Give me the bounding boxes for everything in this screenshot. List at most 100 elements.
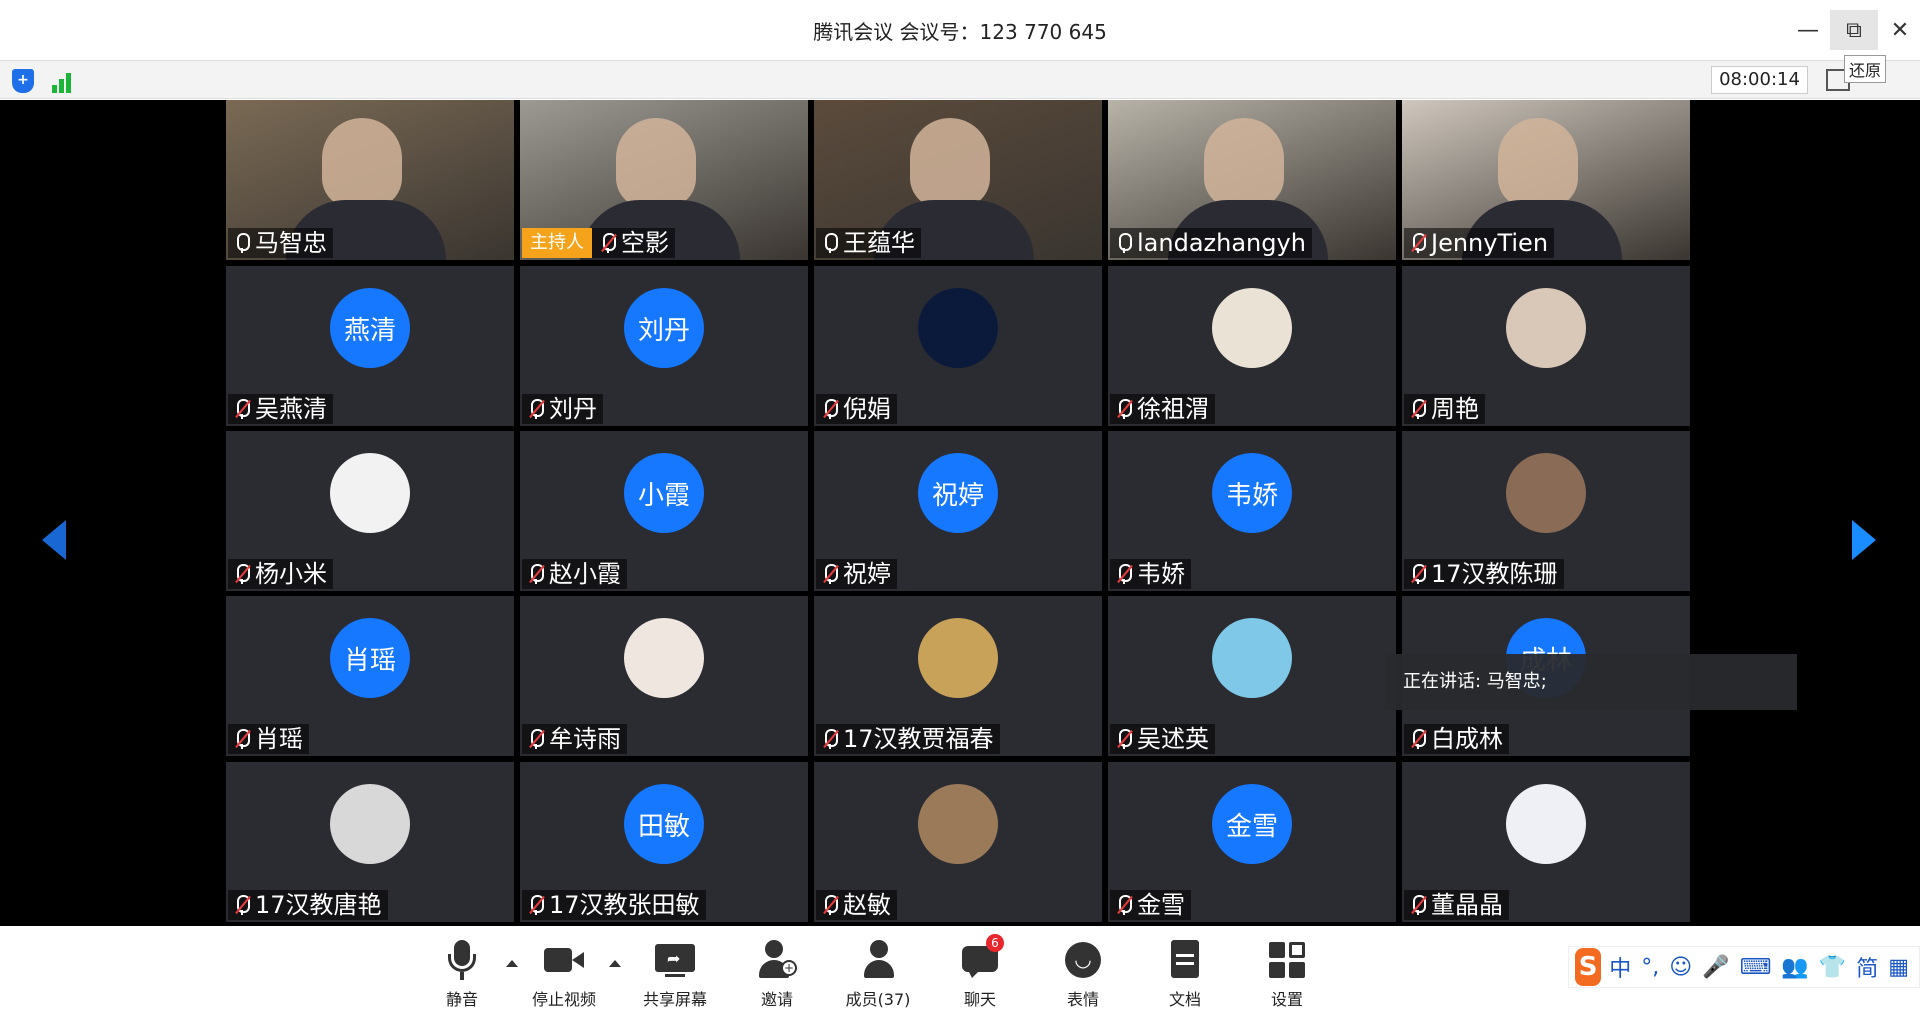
participant-tile[interactable]: 刘丹 刘丹 (520, 266, 808, 426)
participant-name: 牟诗雨 (549, 725, 621, 753)
avatar: 祝婷 (918, 453, 998, 533)
participant-name: 17汉教贾福春 (843, 725, 994, 753)
ime-skin-icon[interactable]: 👕 (1819, 955, 1846, 980)
chat-button[interactable]: 6 聊天 (935, 934, 1025, 1010)
participant-tile[interactable]: 17汉教贾福春 (814, 596, 1102, 756)
participant-namebar: 主持人 空影 (522, 228, 675, 258)
participant-name: 韦娇 (1137, 560, 1185, 588)
invite-button[interactable]: + 邀请 (732, 940, 822, 1010)
participant-tile[interactable]: 小霞 赵小霞 (520, 431, 808, 591)
participant-name: JennyTien (1431, 229, 1549, 257)
avatar (624, 618, 704, 698)
avatar (1506, 784, 1586, 864)
stop-video-button[interactable]: 停止视频 (519, 940, 609, 1010)
avatar (330, 453, 410, 533)
video-options-caret-icon[interactable] (609, 960, 621, 967)
participant-namebar: 祝婷 (816, 559, 897, 589)
meeting-timer: 08:00:14 (1711, 66, 1808, 94)
participant-namebar: 17汉教贾福春 (816, 724, 1000, 754)
mic-muted-icon (232, 894, 252, 916)
ime-chinese-mode[interactable]: 中 (1609, 951, 1631, 983)
ime-punctuation-icon[interactable]: °, (1641, 955, 1659, 980)
mic-muted-icon (526, 894, 546, 916)
video-grid-stage: 马智忠 主持人 空影 王蕴华 landazhangyh JennyTien 燕清 吴燕清 刘丹刘… (0, 100, 1920, 926)
restore-button[interactable]: ⧉ (1830, 10, 1878, 50)
mute-button[interactable]: 静音 (417, 940, 507, 1010)
avatar (1212, 288, 1292, 368)
next-page-arrow-icon[interactable] (1852, 520, 1876, 560)
ime-simplified-toggle[interactable]: 简 (1856, 951, 1878, 983)
participant-namebar: JennyTien (1404, 228, 1555, 258)
person-silhouette (910, 118, 990, 208)
signal-icon[interactable] (52, 69, 78, 93)
avatar: 金雪 (1212, 784, 1292, 864)
participant-tile[interactable]: JennyTien (1402, 100, 1690, 260)
mic-muted-icon (526, 728, 546, 750)
emoji-button[interactable]: ◡ 表情 (1038, 940, 1128, 1010)
input-method-bar[interactable]: S 中 °, ☺ 🎤 ⌨ 👥 👕 简 ▦ (1568, 946, 1920, 988)
participant-tile[interactable]: 徐祖渭 (1108, 266, 1396, 426)
ime-voice-icon[interactable]: 🎤 (1702, 955, 1729, 980)
participant-tile[interactable]: 周艳 (1402, 266, 1690, 426)
avatar: 刘丹 (624, 288, 704, 368)
share-screen-icon: ➦ (655, 940, 695, 980)
prev-page-arrow-icon[interactable] (42, 520, 66, 560)
participant-tile[interactable]: landazhangyh (1108, 100, 1396, 260)
participant-namebar: 马智忠 (228, 228, 333, 258)
participant-name: 董晶晶 (1431, 891, 1503, 919)
members-button[interactable]: 成员(37) (833, 940, 923, 1010)
avatar: 燕清 (330, 288, 410, 368)
participant-tile[interactable]: 牟诗雨 (520, 596, 808, 756)
docs-button[interactable]: 文档 (1140, 940, 1230, 1010)
mic-muted-icon (1114, 563, 1134, 585)
participant-tile[interactable]: 赵敏 (814, 762, 1102, 922)
ime-user-icon[interactable]: 👥 (1781, 955, 1808, 980)
shield-icon[interactable]: + (12, 69, 34, 93)
ime-toolbox-icon[interactable]: ▦ (1888, 955, 1909, 980)
participant-tile[interactable]: 17汉教陈珊 (1402, 431, 1690, 591)
participant-tile[interactable]: 17汉教唐艳 (226, 762, 514, 922)
settings-label: 设置 (1270, 990, 1303, 1009)
restore-tooltip: 还原 (1844, 55, 1887, 83)
participant-tile[interactable]: 董晶晶 (1402, 762, 1690, 922)
participant-name: 吴燕清 (255, 395, 327, 423)
close-button[interactable]: ✕ (1876, 10, 1920, 50)
participant-tile[interactable]: 主持人 空影 (520, 100, 808, 260)
ime-keyboard-icon[interactable]: ⌨ (1740, 955, 1772, 980)
avatar (918, 618, 998, 698)
participant-namebar: 刘丹 (522, 394, 603, 424)
participant-name: 周艳 (1431, 395, 1479, 423)
minimize-button[interactable]: — (1784, 10, 1832, 50)
participant-tile[interactable]: 吴述英 (1108, 596, 1396, 756)
mic-muted-icon (1408, 398, 1428, 420)
avatar: 田敏 (624, 784, 704, 864)
participant-name: 王蕴华 (843, 229, 915, 257)
participant-name: 吴述英 (1137, 725, 1209, 753)
share-screen-button[interactable]: ➦ 共享屏幕 (630, 940, 720, 1010)
participant-namebar: 白成林 (1404, 724, 1509, 754)
participant-tile[interactable]: 韦娇 韦娇 (1108, 431, 1396, 591)
participant-namebar: 杨小米 (228, 559, 333, 589)
person-silhouette (1498, 118, 1578, 208)
participant-tile[interactable]: 马智忠 (226, 100, 514, 260)
participant-name: 17汉教张田敏 (549, 891, 700, 919)
chat-icon: 6 (960, 934, 1004, 980)
mute-options-caret-icon[interactable] (506, 960, 518, 967)
participant-name: 赵小霞 (549, 560, 621, 588)
participant-tile[interactable]: 王蕴华 (814, 100, 1102, 260)
participant-tile[interactable]: 祝婷 祝婷 (814, 431, 1102, 591)
participant-tile[interactable]: 杨小米 (226, 431, 514, 591)
participant-tile[interactable]: 金雪 金雪 (1108, 762, 1396, 922)
settings-button[interactable]: 设置 (1242, 940, 1332, 1010)
ime-emoji-icon[interactable]: ☺ (1669, 955, 1692, 980)
participant-tile[interactable]: 燕清 吴燕清 (226, 266, 514, 426)
participant-tile[interactable]: 肖瑶 肖瑶 (226, 596, 514, 756)
participant-namebar: 韦娇 (1110, 559, 1191, 589)
members-icon (858, 940, 898, 980)
participant-name: landazhangyh (1137, 229, 1306, 257)
participant-tile[interactable]: 田敏 17汉教张田敏 (520, 762, 808, 922)
status-bar: + 08:00:14 (0, 60, 1920, 99)
meeting-toolbar: 静音 停止视频 ➦ 共享屏幕 + 邀请 成员(37) 6 聊天 ◡ 表情 文档 … (0, 926, 1920, 1020)
participant-tile[interactable]: 倪娟 (814, 266, 1102, 426)
participant-name: 金雪 (1137, 891, 1185, 919)
